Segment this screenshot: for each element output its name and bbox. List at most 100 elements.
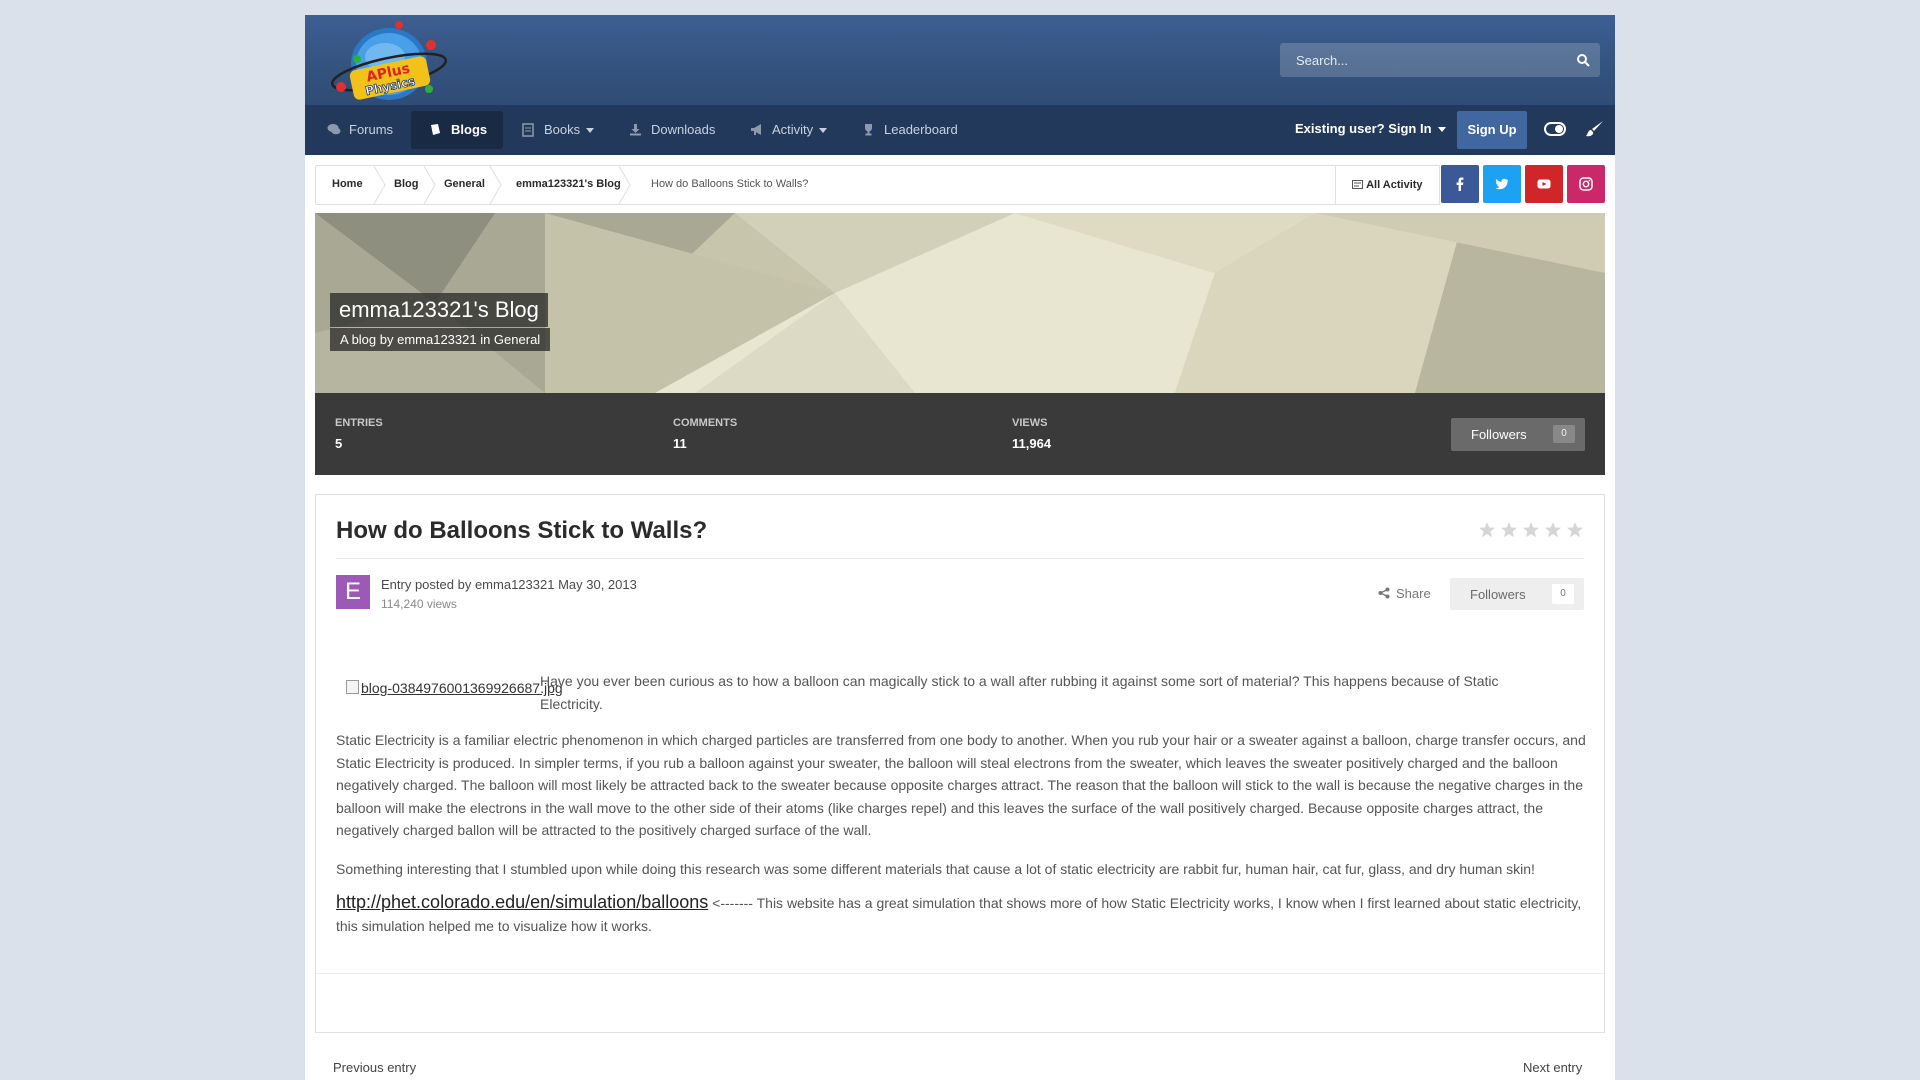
simulation-link[interactable]: http://phet.colorado.edu/en/simulation/b… bbox=[336, 892, 708, 912]
breadcrumb-home[interactable]: Home bbox=[332, 178, 363, 190]
sign-up-button[interactable]: Sign Up bbox=[1457, 111, 1527, 149]
book-icon bbox=[431, 124, 440, 135]
next-entry-link[interactable]: Next entry bbox=[1523, 1060, 1582, 1075]
chevron-down-icon bbox=[819, 128, 828, 134]
stat-entries: Entries 5 bbox=[335, 417, 383, 451]
blog-stats-bar: Entries 5 Comments 11 Views 11,964 Follo… bbox=[315, 393, 1605, 475]
broken-image[interactable]: blog-0384976001369926687.jpg bbox=[346, 680, 563, 696]
followers-label[interactable]: Followers bbox=[1471, 427, 1527, 442]
nav-label-books[interactable]: Books bbox=[544, 122, 580, 137]
followers-count: 0 bbox=[1552, 584, 1574, 604]
twitter-button[interactable] bbox=[1483, 165, 1521, 203]
entry-paragraph-link: http://phet.colorado.edu/en/simulation/b… bbox=[336, 891, 1586, 937]
chevron-down-icon bbox=[586, 128, 595, 134]
instagram-button[interactable] bbox=[1567, 165, 1605, 203]
blog-followers-button[interactable]: Followers 0 bbox=[1451, 418, 1585, 451]
page-container: APlus Physics Search... Forums Blogs Boo… bbox=[305, 15, 1615, 1080]
entry-byline: Entry posted by emma123321 May 30, 2013 bbox=[381, 577, 637, 592]
site-header: APlus Physics Search... bbox=[305, 15, 1615, 105]
breadcrumb-general[interactable]: General bbox=[444, 178, 485, 190]
star-icon bbox=[1545, 522, 1561, 538]
youtube-button[interactable] bbox=[1525, 165, 1563, 203]
nav-item-books[interactable]: Books bbox=[522, 111, 595, 149]
nav-item-leaderboard[interactable]: Leaderboard bbox=[862, 111, 958, 149]
breadcrumb-author-blog[interactable]: emma123321's Blog bbox=[516, 178, 621, 190]
entry-followers-button[interactable]: Followers 0 bbox=[1450, 578, 1584, 610]
stat-label: Comments bbox=[673, 417, 738, 429]
nav-label-leaderboard[interactable]: Leaderboard bbox=[884, 122, 958, 137]
breadcrumb: Home Blog General emma123321's Blog How … bbox=[315, 165, 1339, 205]
breadcrumb-separator bbox=[489, 166, 502, 204]
stat-value: 11,964 bbox=[1012, 436, 1052, 451]
nav-label-downloads[interactable]: Downloads bbox=[651, 122, 715, 137]
facebook-button[interactable] bbox=[1441, 165, 1479, 203]
stat-label: Entries bbox=[335, 417, 383, 429]
entry-title: How do Balloons Stick to Walls? bbox=[336, 517, 708, 544]
paintbrush-icon[interactable] bbox=[1585, 119, 1605, 139]
breadcrumb-separator bbox=[423, 166, 436, 204]
breadcrumb-current: How do Balloons Stick to Walls? bbox=[651, 178, 809, 190]
share-button[interactable]: Share bbox=[1378, 586, 1431, 601]
twitter-icon bbox=[1495, 178, 1508, 190]
youtube-icon bbox=[1537, 179, 1551, 189]
entry-paragraph: Static Electricity is a familiar electri… bbox=[336, 732, 1586, 838]
nav-label-forums[interactable]: Forums bbox=[349, 122, 393, 137]
nav-label-activity[interactable]: Activity bbox=[772, 122, 813, 137]
posted-prefix: Entry posted by bbox=[381, 577, 472, 592]
divider bbox=[316, 973, 1604, 974]
nav-item-blogs[interactable]: Blogs bbox=[411, 111, 503, 149]
nav-label-blogs[interactable]: Blogs bbox=[451, 122, 487, 137]
comments-icon bbox=[327, 124, 341, 135]
search-icon[interactable] bbox=[1576, 53, 1590, 67]
chevron-down-icon bbox=[1437, 127, 1446, 133]
breadcrumb-separator bbox=[373, 166, 386, 204]
author-link[interactable]: emma123321 bbox=[475, 577, 555, 592]
download-icon bbox=[630, 124, 641, 136]
image-alt-text[interactable]: blog-0384976001369926687.jpg bbox=[361, 680, 563, 696]
star-icon bbox=[1567, 522, 1583, 538]
search-placeholder[interactable]: Search... bbox=[1296, 53, 1348, 68]
star-icon bbox=[1479, 522, 1495, 538]
rss-icon bbox=[1352, 180, 1364, 189]
facebook-icon bbox=[1456, 177, 1464, 191]
all-activity-button[interactable]: All Activity bbox=[1335, 165, 1440, 205]
divider bbox=[336, 558, 1584, 559]
breadcrumb-separator bbox=[618, 166, 631, 204]
avatar[interactable]: E bbox=[336, 575, 370, 609]
document-icon bbox=[522, 123, 534, 137]
followers-label[interactable]: Followers bbox=[1470, 587, 1526, 602]
entry-views: 114,240 views bbox=[381, 597, 457, 611]
stat-comments: Comments 11 bbox=[673, 417, 737, 451]
stat-value: 5 bbox=[335, 436, 343, 451]
aplusphysics-logo[interactable]: APlus Physics bbox=[327, 17, 457, 105]
stat-label: Views bbox=[1012, 417, 1048, 429]
star-rating[interactable] bbox=[1478, 521, 1588, 541]
share-label[interactable]: Share bbox=[1396, 586, 1431, 601]
nav-item-activity[interactable]: Activity bbox=[750, 111, 828, 149]
breadcrumb-blog[interactable]: Blog bbox=[394, 178, 418, 190]
instagram-icon bbox=[1579, 177, 1593, 191]
broken-image-icon bbox=[346, 680, 359, 694]
stat-value: 11 bbox=[673, 436, 687, 451]
all-activity-label[interactable]: All Activity bbox=[1366, 179, 1422, 191]
nav-item-forums[interactable]: Forums bbox=[327, 111, 393, 149]
blog-cover: emma123321's Blog A blog by emma123321 i… bbox=[315, 213, 1605, 393]
megaphone-icon bbox=[751, 124, 761, 135]
sign-in-label[interactable]: Existing user? Sign In bbox=[1295, 121, 1432, 136]
stat-views: Views 11,964 bbox=[1012, 417, 1051, 451]
share-icon bbox=[1378, 587, 1390, 599]
theme-toggle-icon[interactable] bbox=[1544, 122, 1566, 136]
blog-title: emma123321's Blog bbox=[330, 293, 548, 327]
entry-date: May 30, 2013 bbox=[558, 577, 637, 592]
prev-label[interactable]: Previous entry bbox=[333, 1060, 416, 1075]
star-icon bbox=[1501, 522, 1517, 538]
nav-item-downloads[interactable]: Downloads bbox=[629, 111, 715, 149]
previous-entry-link[interactable]: Previous entry bbox=[333, 1060, 416, 1075]
search-box[interactable]: Search... bbox=[1280, 43, 1600, 77]
entry-paragraph: Have you ever been curious as to how a b… bbox=[540, 673, 1499, 712]
trophy-icon bbox=[865, 124, 872, 136]
followers-count: 0 bbox=[1553, 425, 1575, 443]
blog-subtitle: A blog by emma123321 in General bbox=[330, 328, 551, 351]
next-label[interactable]: Next entry bbox=[1523, 1060, 1582, 1075]
sign-in-link[interactable]: Existing user? Sign In bbox=[1295, 121, 1446, 136]
